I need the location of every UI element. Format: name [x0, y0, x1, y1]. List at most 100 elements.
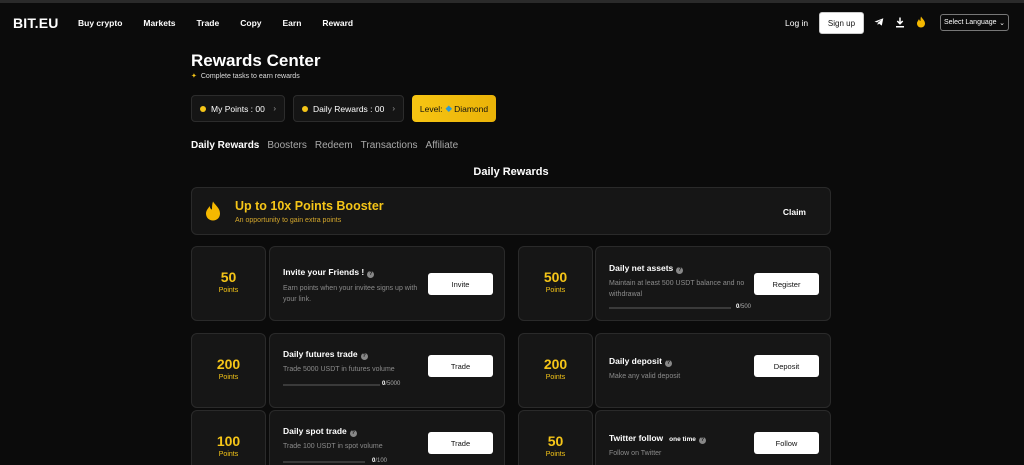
coin-icon	[302, 105, 308, 112]
follow-button[interactable]: Follow	[754, 432, 819, 454]
task-description: Earn points when your invitee signs up w…	[283, 285, 418, 303]
invite-button[interactable]: Invite	[428, 273, 493, 295]
task-title: Daily futures trade	[283, 349, 358, 359]
booster-title: Up to 10x Points Booster	[235, 199, 384, 213]
level-badge[interactable]: Level: ◆ Diamond	[412, 95, 496, 122]
task-title-row: Daily deposit?	[609, 356, 672, 367]
my-points-pill[interactable]: My Points : 00 ›	[191, 95, 285, 122]
points-value: 500	[543, 269, 568, 285]
task-title-row: Daily spot trade?	[283, 426, 357, 437]
task-title-row: Invite your Friends !?	[283, 267, 375, 278]
task-description: Follow on Twitter	[609, 450, 662, 457]
page-subtitle-text: Complete tasks to earn rewards	[200, 73, 300, 80]
daily-rewards-label: Daily Rewards : 00	[313, 103, 385, 114]
points-label: Points	[218, 451, 239, 458]
tab-redeem[interactable]: Redeem	[315, 140, 353, 151]
progress-text: 0/500	[736, 304, 751, 310]
tab-boosters[interactable]: Boosters	[267, 140, 306, 151]
points-card: 50 Points	[191, 246, 266, 321]
nav-buy-crypto[interactable]: Buy crypto	[78, 18, 122, 28]
claim-button[interactable]: Claim	[783, 207, 806, 217]
help-icon[interactable]: ?	[698, 437, 706, 444]
points-card: 100 Points	[191, 410, 266, 465]
progress-text: 0/5000	[382, 381, 400, 387]
help-icon[interactable]: ?	[349, 430, 357, 437]
progress-text: 0/100	[372, 458, 387, 464]
task-description: Trade 5000 USDT in futures volume	[283, 366, 395, 373]
points-label: Points	[545, 451, 566, 458]
progress-total: /500	[739, 304, 752, 310]
chevron-right-icon: ›	[273, 104, 276, 113]
task-card-futures-trade: Daily futures trade? Trade 5000 USDT in …	[269, 333, 505, 408]
help-icon[interactable]: ?	[664, 360, 672, 367]
register-button[interactable]: Register	[754, 273, 819, 295]
chevron-down-icon: ⌄	[999, 19, 1005, 27]
deposit-button[interactable]: Deposit	[754, 355, 819, 377]
progress-total: /5000	[385, 381, 401, 387]
points-label: Points	[218, 374, 239, 381]
nav-earn[interactable]: Earn	[282, 18, 301, 28]
task-card-deposit: Daily deposit? Make any valid deposit De…	[595, 333, 831, 408]
page-subtitle: ✦ Complete tasks to earn rewards	[191, 72, 300, 80]
trade-button[interactable]: Trade	[428, 355, 493, 377]
task-card-invite: Invite your Friends !? Earn points when …	[269, 246, 505, 321]
top-navigation-bar: BIT.EU Buy crypto Markets Trade Copy Ear…	[0, 0, 1024, 40]
section-title: Daily Rewards	[0, 166, 1024, 178]
progress-bar	[283, 461, 365, 463]
level-value: Diamond	[454, 103, 489, 114]
telegram-icon[interactable]	[873, 16, 885, 28]
points-card: 500 Points	[518, 246, 593, 321]
help-icon[interactable]: ?	[676, 267, 684, 274]
section-title-text: Daily Rewards	[473, 166, 549, 178]
task-title: Twitter follow	[609, 433, 664, 443]
tab-transactions[interactable]: Transactions	[361, 140, 418, 151]
my-points-label: My Points : 00	[211, 103, 265, 114]
task-title-row: Twitter follow one time?	[609, 433, 706, 444]
trade-button[interactable]: Trade	[428, 432, 493, 454]
task-card-net-assets: Daily net assets? Maintain at least 500 …	[595, 246, 831, 321]
chevron-right-icon: ›	[392, 104, 395, 113]
progress-total: /100	[375, 458, 388, 464]
language-select-label: Select Language	[944, 19, 997, 26]
sparkle-icon: ✦	[191, 73, 197, 80]
help-icon[interactable]: ?	[367, 271, 375, 278]
points-label: Points	[545, 374, 566, 381]
task-title-row: Daily futures trade?	[283, 349, 368, 360]
page-title: Rewards Center	[191, 51, 321, 70]
points-card: 50 Points	[518, 410, 593, 465]
level-prefix: Level:	[419, 103, 443, 114]
flame-icon[interactable]	[915, 16, 927, 28]
points-label: Points	[545, 287, 566, 294]
nav-markets[interactable]: Markets	[143, 18, 175, 28]
logo[interactable]: BIT.EU	[13, 15, 59, 31]
points-value: 100	[216, 433, 241, 449]
booster-subtitle: An opportunity to gain extra points	[235, 217, 342, 224]
points-booster-card: Up to 10x Points Booster An opportunity …	[191, 187, 831, 235]
task-card-spot-trade: Daily spot trade? Trade 100 USDT in spot…	[269, 410, 505, 465]
language-select[interactable]: Select Language ⌄	[940, 14, 1009, 31]
task-title: Daily spot trade	[283, 426, 347, 436]
rewards-tabs: Daily Rewards Boosters Redeem Transactio…	[191, 140, 466, 151]
task-title-row: Daily net assets?	[609, 263, 684, 274]
tab-daily-rewards[interactable]: Daily Rewards	[191, 140, 259, 151]
points-card: 200 Points	[518, 333, 593, 408]
daily-rewards-pill[interactable]: Daily Rewards : 00 ›	[293, 95, 404, 122]
task-card-twitter-follow: Twitter follow one time? Follow on Twitte…	[595, 410, 831, 465]
points-label: Points	[218, 287, 239, 294]
points-card: 200 Points	[191, 333, 266, 408]
diamond-icon: ◆	[445, 103, 453, 113]
signup-button[interactable]: Sign up	[819, 12, 864, 34]
help-icon[interactable]: ?	[360, 353, 368, 360]
task-title: Invite your Friends !	[283, 267, 365, 277]
login-link[interactable]: Log in	[785, 18, 808, 28]
points-value: 200	[543, 356, 568, 372]
task-title: Daily net assets	[609, 263, 674, 273]
download-icon[interactable]	[894, 16, 906, 28]
points-value: 200	[216, 356, 241, 372]
nav-copy[interactable]: Copy	[240, 18, 261, 28]
one-time-tag: one time	[669, 436, 696, 443]
task-title: Daily deposit	[609, 356, 662, 366]
nav-trade[interactable]: Trade	[197, 18, 220, 28]
nav-reward[interactable]: Reward	[322, 18, 353, 28]
tab-affiliate[interactable]: Affiliate	[426, 140, 459, 151]
